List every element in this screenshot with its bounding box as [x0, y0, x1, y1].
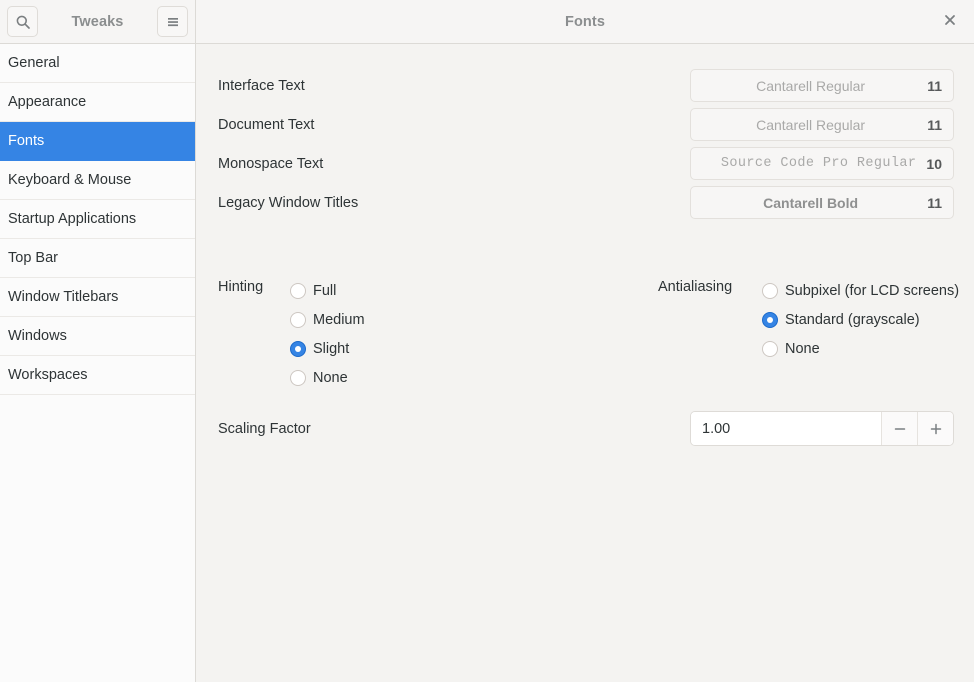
scaling-factor-row: Scaling Factor 1.00	[218, 411, 954, 446]
scaling-factor-decrement-button[interactable]	[881, 412, 917, 445]
scaling-factor-increment-button[interactable]	[917, 412, 953, 445]
font-name: Cantarell Bold	[763, 194, 859, 211]
sidebar-item-workspaces[interactable]: Workspaces	[0, 356, 195, 395]
sidebar-item-startup-applications[interactable]: Startup Applications	[0, 200, 195, 239]
font-name: Cantarell Regular	[756, 77, 866, 94]
radio-icon-selected	[762, 311, 778, 328]
sidebar-item-windows[interactable]: Windows	[0, 317, 195, 356]
font-name: Cantarell Regular	[756, 116, 866, 133]
radio-icon	[290, 369, 306, 386]
legacy-window-titles-font-button[interactable]: Cantarell Bold 11	[690, 186, 954, 219]
sidebar-item-label: Fonts	[8, 133, 45, 149]
radio-label: Slight	[313, 340, 350, 357]
radio-label: Subpixel (for LCD screens)	[785, 282, 960, 299]
radio-icon	[290, 311, 306, 328]
search-button[interactable]	[7, 6, 38, 37]
hinting-option-full[interactable]: Full	[290, 276, 365, 305]
sidebar-item-label: Top Bar	[8, 250, 58, 266]
font-name: Source Code Pro Regular	[720, 156, 917, 171]
page-title: Fonts	[565, 13, 605, 30]
rendering-options-section: Hinting Full Medium Slight None Antialia…	[196, 276, 974, 396]
radio-label: None	[785, 340, 820, 357]
minus-icon	[893, 422, 907, 436]
radio-icon	[762, 340, 778, 357]
interface-text-row: Interface Text Cantarell Regular 11	[218, 66, 954, 105]
monospace-text-row: Monospace Text Source Code Pro Regular 1…	[218, 144, 954, 183]
sidebar-item-appearance[interactable]: Appearance	[0, 83, 195, 122]
antialiasing-radio-list: Subpixel (for LCD screens) Standard (gra…	[762, 276, 959, 363]
radio-icon-selected	[290, 340, 306, 357]
close-button[interactable]	[938, 10, 962, 34]
sidebar: General Appearance Fonts Keyboard & Mous…	[0, 44, 196, 682]
sidebar-item-general[interactable]: General	[0, 44, 195, 83]
app-title: Tweaks	[71, 13, 124, 30]
font-rows-group: Interface Text Cantarell Regular 11 Docu…	[218, 66, 954, 222]
header-bar-sidebar-section: Tweaks	[0, 0, 196, 43]
sidebar-item-label: General	[8, 55, 60, 71]
sidebar-item-label: Window Titlebars	[8, 289, 119, 305]
document-text-font-button[interactable]: Cantarell Regular 11	[690, 108, 954, 141]
tweaks-window: Tweaks Fonts General Appearance Fonts Ke…	[0, 0, 974, 682]
radio-label: None	[313, 369, 348, 386]
interface-text-label: Interface Text	[218, 77, 305, 94]
font-size: 10	[926, 155, 942, 172]
hinting-option-none[interactable]: None	[290, 363, 365, 392]
font-size: 11	[927, 116, 942, 133]
antialiasing-option-none[interactable]: None	[762, 334, 959, 363]
monospace-text-label: Monospace Text	[218, 155, 324, 172]
radio-icon	[762, 282, 778, 299]
scaling-factor-spinner: 1.00	[690, 411, 954, 446]
hamburger-menu-icon	[165, 14, 181, 30]
sidebar-item-label: Startup Applications	[8, 211, 137, 227]
font-size: 11	[927, 77, 942, 94]
monospace-text-font-button[interactable]: Source Code Pro Regular 10	[690, 147, 954, 180]
search-icon	[15, 14, 31, 30]
sidebar-item-label: Windows	[8, 328, 67, 344]
scaling-factor-input[interactable]: 1.00	[691, 412, 881, 445]
sidebar-item-label: Keyboard & Mouse	[8, 172, 132, 188]
sidebar-item-window-titlebars[interactable]: Window Titlebars	[0, 278, 195, 317]
hinting-option-slight[interactable]: Slight	[290, 334, 365, 363]
hinting-label: Hinting	[218, 279, 264, 295]
window-body: General Appearance Fonts Keyboard & Mous…	[0, 44, 974, 682]
legacy-window-titles-row: Legacy Window Titles Cantarell Bold 11	[218, 183, 954, 222]
scaling-factor-label: Scaling Factor	[218, 420, 311, 437]
main-menu-button[interactable]	[157, 6, 188, 37]
fonts-settings-panel: Interface Text Cantarell Regular 11 Docu…	[196, 44, 974, 682]
radio-label: Full	[313, 282, 337, 299]
sidebar-item-keyboard-mouse[interactable]: Keyboard & Mouse	[0, 161, 195, 200]
font-size: 11	[927, 194, 942, 211]
header-bar: Tweaks Fonts	[0, 0, 974, 44]
hinting-option-medium[interactable]: Medium	[290, 305, 365, 334]
antialiasing-option-standard[interactable]: Standard (grayscale)	[762, 305, 959, 334]
radio-icon	[290, 282, 306, 299]
antialiasing-option-subpixel[interactable]: Subpixel (for LCD screens)	[762, 276, 959, 305]
hinting-radio-list: Full Medium Slight None	[290, 276, 365, 392]
sidebar-item-label: Appearance	[8, 94, 87, 110]
sidebar-item-top-bar[interactable]: Top Bar	[0, 239, 195, 278]
radio-label: Standard (grayscale)	[785, 311, 920, 328]
document-text-row: Document Text Cantarell Regular 11	[218, 105, 954, 144]
document-text-label: Document Text	[218, 116, 315, 133]
antialiasing-group: Antialiasing Subpixel (for LCD screens) …	[658, 276, 959, 363]
close-icon	[943, 13, 957, 31]
header-bar-content-section: Fonts	[196, 0, 974, 43]
legacy-window-titles-label: Legacy Window Titles	[218, 194, 359, 211]
sidebar-item-label: Workspaces	[8, 367, 88, 383]
radio-label: Medium	[313, 311, 365, 328]
hinting-group: Hinting Full Medium Slight None	[218, 276, 365, 392]
plus-icon	[929, 422, 943, 436]
sidebar-item-fonts[interactable]: Fonts	[0, 122, 195, 161]
antialiasing-label: Antialiasing	[658, 279, 733, 295]
interface-text-font-button[interactable]: Cantarell Regular 11	[690, 69, 954, 102]
